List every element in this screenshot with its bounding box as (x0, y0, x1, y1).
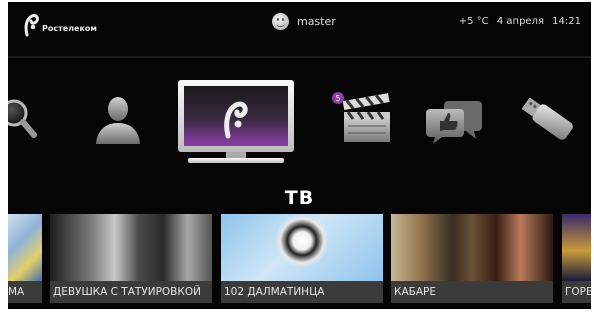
temperature: +5 °C (458, 16, 489, 27)
carousel-card[interactable]: МА (8, 214, 42, 303)
tv-icon (178, 80, 294, 163)
card-title: КАБАРЕ (391, 281, 553, 303)
carousel-card[interactable]: ДЕВУШКА С ТАТУИРОВКОЙ (50, 214, 212, 303)
rostelecom-logo: Ростелеком (24, 11, 104, 39)
card-title: 102 ДАЛМАТИНЦА (221, 281, 383, 303)
poster-image (50, 214, 212, 281)
content-carousel: МА ДЕВУШКА С ТАТУИРОВКОЙ 102 ДАЛМАТИНЦА … (8, 214, 591, 303)
top-bar: Ростелеком master +5 °C 4 апреля 14:21 (8, 2, 591, 46)
date: 4 апреля (496, 16, 544, 27)
user-profile[interactable]: master (272, 13, 336, 30)
poster-image (221, 214, 383, 281)
clapperboard-icon: 5 (332, 92, 390, 142)
badge-count: 5 (335, 94, 340, 103)
carousel-card[interactable]: ГОРЕ (562, 214, 591, 303)
card-title: ГОРЕ (562, 281, 591, 303)
menu-item-profile[interactable] (90, 94, 146, 146)
person-icon (96, 97, 140, 144)
clock: 14:21 (552, 16, 581, 27)
logo-text: Ростелеком (42, 23, 97, 33)
header-divider (8, 56, 591, 58)
poster-image (8, 214, 42, 281)
poster-image (562, 214, 591, 281)
magnifier-icon (8, 99, 37, 138)
card-title: ДЕВУШКА С ТАТУИРОВКОЙ (50, 281, 212, 303)
card-title: МА (8, 281, 42, 303)
menu-item-search[interactable] (8, 95, 38, 145)
menu-item-usb[interactable] (521, 97, 574, 142)
menu-item-social[interactable] (426, 97, 484, 147)
menu-item-video[interactable]: 5 (330, 90, 394, 146)
status-info: +5 °C 4 апреля 14:21 (454, 16, 581, 27)
username: master (297, 15, 336, 28)
poster-image (391, 214, 553, 281)
tv-screen: Ростелеком master +5 °C 4 апреля 14:21 5… (8, 2, 591, 309)
selected-section-title: ТВ (284, 187, 315, 209)
carousel-card[interactable]: КАБАРЕ (391, 214, 553, 303)
speech-thumbs-up-icon (426, 101, 482, 144)
rostelecom-logo-icon (24, 14, 39, 37)
smiley-avatar-icon (272, 13, 289, 30)
carousel-card[interactable]: 102 ДАЛМАТИНЦА (221, 214, 383, 303)
usb-drive-icon (521, 97, 573, 140)
menu-item-tv[interactable] (176, 78, 296, 166)
